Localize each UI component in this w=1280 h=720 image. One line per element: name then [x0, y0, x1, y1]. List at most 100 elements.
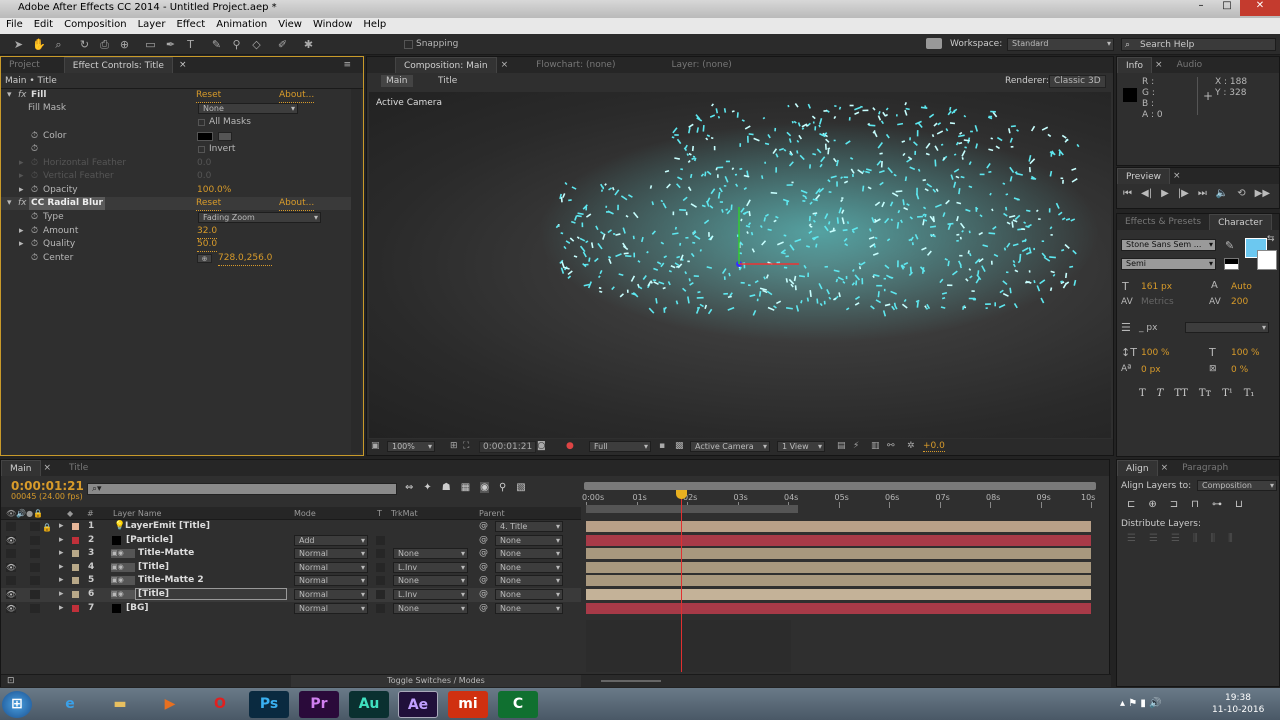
workspace-dropdown[interactable]: Standard: [1007, 38, 1114, 51]
channel-icon[interactable]: ●: [566, 441, 574, 451]
after-effects-icon[interactable]: Ae: [398, 691, 438, 718]
label-color[interactable]: [72, 563, 79, 571]
magnification-dropdown[interactable]: 100%: [387, 441, 435, 452]
lock-toggle[interactable]: [42, 589, 52, 599]
blend-mode-dropdown[interactable]: Normal: [294, 602, 368, 614]
distribute-vcenter-icon[interactable]: ☰: [1149, 533, 1158, 544]
start-button[interactable]: ⊞: [2, 691, 32, 718]
stopwatch-icon[interactable]: ⏱: [31, 184, 38, 197]
pick-whip-icon[interactable]: @: [479, 534, 488, 547]
menu-animation[interactable]: Animation: [216, 19, 267, 33]
pick-whip-icon[interactable]: @: [479, 602, 488, 615]
pick-whip-icon[interactable]: @: [479, 561, 488, 574]
tab-effect-controls[interactable]: Effect Controls: Title: [63, 57, 173, 73]
hide-shy-icon[interactable]: ☗: [442, 482, 451, 493]
panel-menu-icon[interactable]: ≡: [343, 60, 351, 70]
toggle-switches-modes-button[interactable]: Toggle Switches / Modes: [291, 675, 581, 687]
preserve-transparency-toggle[interactable]: [376, 576, 385, 586]
internet-explorer-icon[interactable]: e: [50, 691, 90, 718]
close-icon[interactable]: ×: [501, 60, 509, 70]
audio-icon[interactable]: 🔈: [1216, 188, 1228, 199]
visibility-toggle[interactable]: [6, 549, 16, 559]
tab-layer[interactable]: Layer: (none): [663, 57, 739, 73]
subscript-icon[interactable]: T₁: [1244, 388, 1255, 399]
expand-icon[interactable]: ▾: [7, 89, 12, 102]
all-caps-icon[interactable]: TT: [1174, 388, 1188, 399]
quality-value[interactable]: 50.0: [197, 238, 218, 252]
snapshot-icon[interactable]: ◙: [537, 441, 546, 451]
pen-tool-icon[interactable]: ✒: [164, 38, 177, 51]
playhead-handle[interactable]: [675, 490, 687, 499]
fast-previews-icon[interactable]: ⚡: [853, 441, 859, 451]
superscript-icon[interactable]: T¹: [1222, 388, 1233, 399]
align-bottom-icon[interactable]: ⊔: [1235, 499, 1243, 510]
preserve-transparency-toggle[interactable]: [376, 603, 385, 613]
layer-name[interactable]: [Title]: [138, 561, 169, 574]
lock-icon[interactable]: 🔒: [42, 521, 52, 532]
camtasia-icon[interactable]: C: [498, 691, 538, 718]
tab-main[interactable]: Main: [1, 460, 41, 476]
close-button[interactable]: ✕: [1240, 0, 1280, 16]
exposure-value[interactable]: +0.0: [923, 441, 945, 452]
brush-tool-icon[interactable]: ✎: [210, 38, 223, 51]
current-timecode[interactable]: 0:00:01:21: [11, 479, 84, 493]
column-mode[interactable]: Mode: [294, 507, 316, 520]
layer-row[interactable]: 👁 ▸ 4 ▣◉[Title] Normal L.Inv @ None: [1, 561, 581, 575]
clock-time[interactable]: 19:38: [1225, 693, 1251, 703]
expand-icon[interactable]: ▸: [59, 561, 64, 574]
pick-whip-icon[interactable]: @: [479, 547, 488, 560]
layer-duration-bar[interactable]: [586, 561, 1091, 573]
layer-row[interactable]: ▸ 3 ▣◉Title-Matte Normal None @ None: [1, 547, 581, 561]
label-color[interactable]: [72, 577, 79, 585]
solo-toggle[interactable]: [30, 562, 40, 572]
minimize-button[interactable]: –: [1188, 0, 1214, 16]
font-size-value[interactable]: 161 px: [1141, 282, 1172, 292]
solo-toggle[interactable]: [30, 549, 40, 559]
layer-name[interactable]: [Particle]: [126, 534, 173, 547]
close-icon[interactable]: ×: [1161, 463, 1169, 473]
parent-dropdown[interactable]: None: [495, 575, 563, 587]
column-parent[interactable]: Parent: [479, 507, 505, 520]
layer-duration-bar[interactable]: [586, 602, 1091, 614]
menu-file[interactable]: File: [6, 19, 23, 33]
parent-dropdown[interactable]: None: [495, 602, 563, 614]
close-icon[interactable]: ×: [1155, 60, 1163, 70]
kerning-value[interactable]: Metrics: [1141, 297, 1174, 307]
preserve-transparency-toggle[interactable]: [376, 549, 385, 559]
tray-icons[interactable]: ▴ ⚑ ▮ 🔊: [1120, 698, 1161, 709]
layer-name[interactable]: Title-Matte 2: [138, 574, 204, 587]
tab-project[interactable]: Project: [1, 57, 48, 73]
baseline-shift-value[interactable]: 0 px: [1141, 365, 1161, 375]
expand-icon[interactable]: ▸: [59, 588, 64, 601]
next-frame-icon[interactable]: |▶: [1178, 188, 1189, 199]
zoom-tool-icon[interactable]: ⌕: [52, 38, 65, 51]
stroke-width-value[interactable]: _ px: [1139, 323, 1157, 333]
close-icon[interactable]: ×: [1173, 171, 1181, 181]
about-link[interactable]: About...: [279, 197, 315, 211]
ram-preview-icon[interactable]: ▶▶: [1255, 188, 1270, 199]
crosshair-icon[interactable]: ⊕: [197, 254, 212, 263]
lock-toggle[interactable]: [42, 535, 52, 545]
layer-duration-bar[interactable]: [586, 575, 1091, 587]
hand-tool-icon[interactable]: ✋: [32, 38, 46, 51]
track-matte-dropdown[interactable]: None: [393, 548, 468, 560]
label-color[interactable]: [72, 536, 79, 544]
layer-name[interactable]: LayerEmit [Title]: [125, 520, 210, 533]
faux-italic-icon[interactable]: T: [1157, 388, 1164, 399]
snapping-checkbox[interactable]: [404, 40, 413, 49]
solo-toggle[interactable]: [30, 522, 40, 531]
fx-icon[interactable]: fx: [18, 89, 27, 102]
opera-icon[interactable]: O: [200, 691, 240, 718]
layer-duration-bar[interactable]: [586, 534, 1091, 546]
graph-editor-icon[interactable]: ▧: [516, 482, 525, 493]
visibility-toggle[interactable]: 👁: [6, 590, 16, 599]
reset-link[interactable]: Reset: [196, 197, 222, 211]
puppet-tool-icon[interactable]: ✱: [302, 38, 315, 51]
menu-composition[interactable]: Composition: [64, 19, 126, 33]
scrollbar[interactable]: [351, 89, 361, 453]
effect-name-cc-radial-blur[interactable]: CC Radial Blur: [29, 197, 105, 210]
distribute-top-icon[interactable]: ☰: [1127, 533, 1136, 544]
distribute-left-icon[interactable]: ⫼: [1193, 533, 1198, 544]
mask-tool-icon[interactable]: ▭: [144, 38, 157, 51]
layer-row[interactable]: 👁 ▸ 2 [Particle] Add @ None: [1, 534, 581, 548]
